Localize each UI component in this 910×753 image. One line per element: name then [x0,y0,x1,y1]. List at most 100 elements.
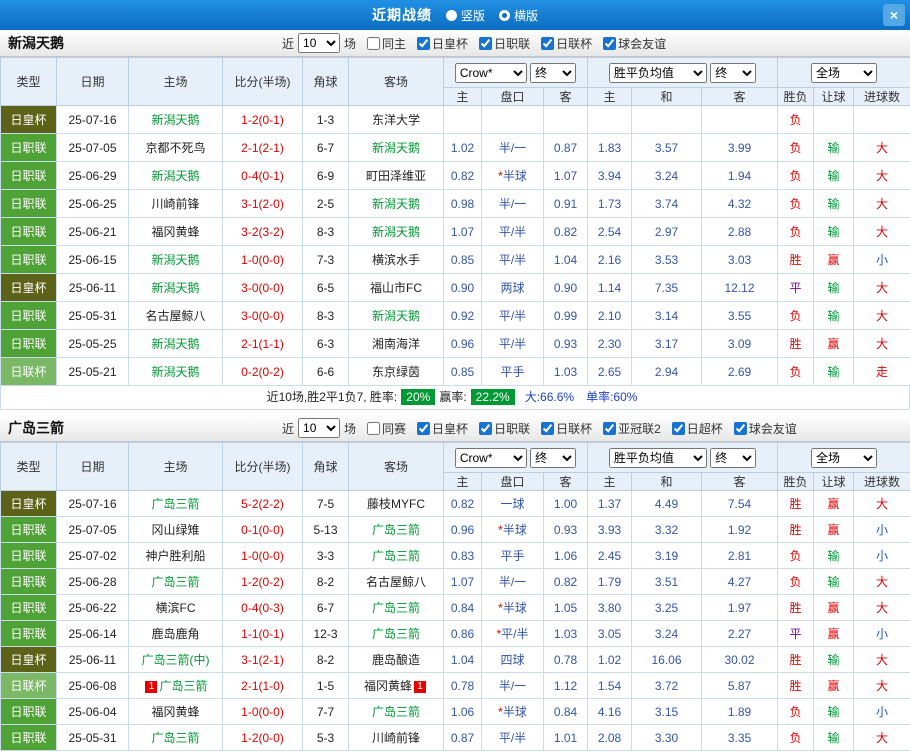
layout-radio[interactable]: 竖版 [445,7,485,24]
odds-company-select[interactable]: Crow* [454,62,527,83]
league-type: 日皇杯 [0,646,57,673]
handicap-text: 平/半 [498,225,527,239]
filter-checkbox[interactable]: 同主 [367,35,406,52]
avg-draw-odds: 3.24 [631,161,702,190]
checkbox-input[interactable] [479,421,493,435]
filter-checkbox[interactable]: 亚冠联2 [603,420,661,437]
match-row: 日职联 25-06-15 新潟天鹅 1-0(0-0) 7-3 横滨水手 0.85 平/半 1.0… [0,245,910,274]
away-team: 东洋大学 [348,105,444,134]
result-goals: 大 [853,490,910,517]
match-date: 25-06-29 [56,161,129,190]
home-team-name: 新潟天鹅 [151,281,200,295]
away-team: 福冈黄蜂 1 [348,672,444,699]
checkbox-input[interactable] [541,36,555,50]
avg-draw-odds: 3.30 [631,724,702,751]
corner-score: 6-6 [302,357,349,386]
filter-checkbox[interactable]: 球会友谊 [603,35,666,52]
away-team: 横滨水手 [348,245,444,274]
result-goals: 大 [853,273,910,302]
match-row: 日职联 25-06-14 鹿岛鹿角 1-1(0-1) 12-3 广岛三箭 0.86 *平/半 1… [0,620,910,647]
europe-final-select[interactable]: 终 [710,447,757,468]
scope-select[interactable]: 全场 [811,62,878,83]
europe-avg-select[interactable]: 胜平负均值 [608,447,707,468]
filter-label: 日职联 [494,36,531,51]
match-date: 25-05-31 [56,301,129,330]
away-team: 广岛三箭 [348,542,444,569]
filter-checkbox[interactable]: 同赛 [367,420,406,437]
europe-avg-select[interactable]: 胜平负均值 [608,62,707,83]
result-handicap: 输 [813,133,855,162]
filter-checkbox[interactable]: 日联杯 [541,35,592,52]
home-team: 新潟天鹅 [128,105,223,134]
home-team: 新潟天鹅 [128,161,223,190]
result-goals: 小 [853,542,910,569]
close-button[interactable]: × [883,4,905,26]
filter-checkbox[interactable]: 日超杯 [671,420,723,437]
match-count-select[interactable]: 10 [298,418,341,438]
avg-away-odds: 2.69 [700,357,779,386]
near-label: 近 [282,36,295,51]
odds-company-select[interactable]: Crow* [454,447,527,468]
asian-home-odds: 0.85 [443,357,482,386]
checkbox-input[interactable] [417,421,431,435]
match-row: 日联杯 25-05-21 新潟天鹅 0-2(0-2) 6-6 东京绿茵 0.85 平手 1.03… [0,357,910,386]
checkbox-input[interactable] [733,421,747,435]
away-team-name: 湘南海洋 [371,337,420,351]
home-team: 横滨FC [128,594,223,621]
layout-radio[interactable]: 横版 [499,7,538,24]
avg-away-odds: 1.97 [700,594,779,621]
filter-checkbox[interactable]: 日皇杯 [417,35,468,52]
result-handicap: 输 [813,301,855,330]
match-score: 5-2(2-2) [222,490,303,517]
match-row: 日皇杯 25-06-11 新潟天鹅 3-0(0-0) 6-5 福山市FC 0.90 两球 0.9… [0,273,910,302]
result-handicap: 输 [813,646,855,673]
win-rate-badge: 20% [401,389,436,405]
result-goals: 大 [853,301,910,330]
away-team-name: 新潟天鹅 [371,141,420,155]
checkbox-input[interactable] [479,36,493,50]
result-goals: 小 [853,698,910,725]
checkbox-input[interactable] [367,421,381,435]
avg-away-odds: 12.12 [700,273,779,302]
avg-draw-odds: 4.49 [631,490,702,517]
summary-bar: 近10场,胜2平1负7, 胜率: 20% 赢率: 22.2% 大:66.6% 单率:60% [0,386,910,410]
avg-draw-odds: 2.94 [631,357,702,386]
result-wdl: 胜 [777,329,815,358]
avg-home-odds: 3.93 [587,516,632,543]
match-count-select[interactable]: 10 [298,33,341,53]
asian-final-select[interactable]: 终 [530,62,577,83]
avg-away-odds: 3.09 [700,329,779,358]
result-wdl: 负 [777,161,815,190]
avg-home-odds: 1.02 [587,646,632,673]
checkbox-input[interactable] [603,421,617,435]
asian-final-select[interactable]: 终 [530,447,577,468]
asian-home-odds: 0.86 [443,620,482,647]
asian-away-odds: 0.87 [543,133,588,162]
filter-checkbox[interactable]: 日职联 [479,35,530,52]
asian-home-odds: 0.87 [443,724,482,751]
asian-home-odds: 1.02 [443,133,482,162]
away-team: 新潟天鹅 [348,217,444,246]
asian-handicap: 平手 [481,357,544,386]
home-team: 新潟天鹅 [128,273,223,302]
filter-checkbox[interactable]: 球会友谊 [733,420,797,437]
scope-header: 全场 [777,57,910,88]
filter-checkbox[interactable]: 日皇杯 [417,420,468,437]
home-team-name: 福冈黄蜂 [151,705,200,719]
filter-checkbox[interactable]: 日职联 [479,420,530,437]
corner-score: 5-13 [302,516,349,543]
checkbox-input[interactable] [603,36,617,50]
filter-checkbox[interactable]: 日联杯 [541,420,592,437]
checkbox-input[interactable] [671,421,685,435]
asian-away-odds: 1.03 [543,620,588,647]
checkbox-input[interactable] [417,36,431,50]
red-card-badge: 1 [414,681,426,693]
home-team-name: 广岛三箭(中) [141,653,210,667]
europe-final-select[interactable]: 终 [710,62,757,83]
col-asian-home: 主 [443,472,482,491]
col-corner: 角球 [302,442,349,491]
checkbox-input[interactable] [367,36,381,50]
checkbox-input[interactable] [541,421,555,435]
scope-select[interactable]: 全场 [811,447,878,468]
avg-home-odds: 2.54 [587,217,632,246]
